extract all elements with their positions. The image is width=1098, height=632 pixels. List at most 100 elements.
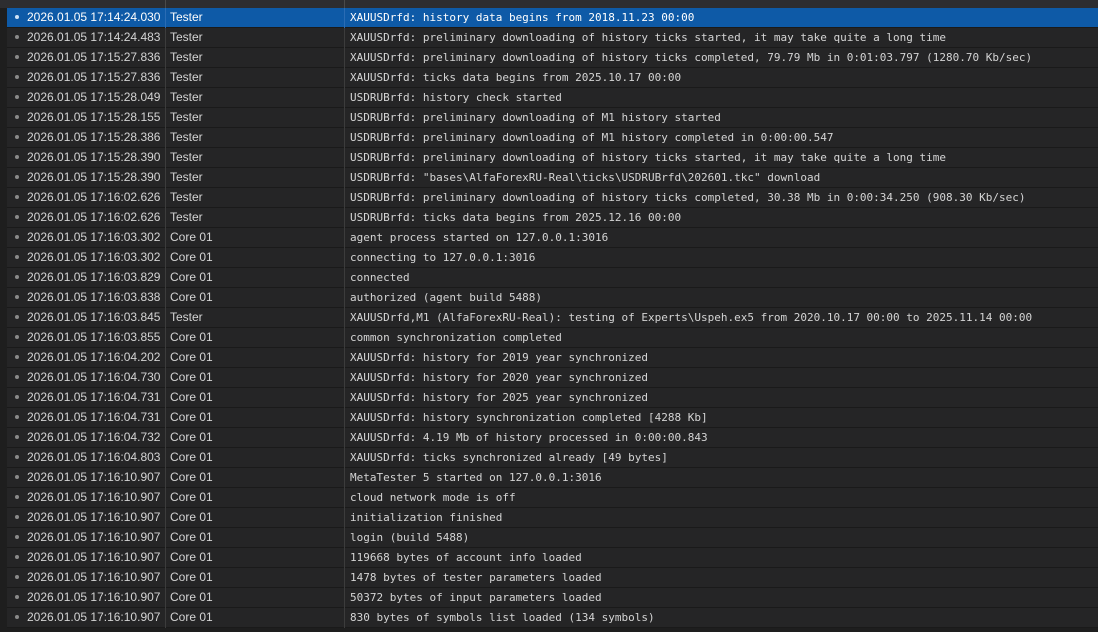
log-time-cell: 2026.01.05 17:16:03.855 <box>7 328 165 347</box>
row-left-gutter <box>0 88 7 108</box>
log-row[interactable]: 2026.01.05 17:16:04.730 Core 01 XAUUSDrfd:… <box>0 368 1098 388</box>
journal-log-panel: 2026.01.05 17:14:24.030 Tester XAUUSDrfd: … <box>0 0 1098 632</box>
log-time-text: 2026.01.05 17:16:03.829 <box>27 270 161 284</box>
log-time-cell: 2026.01.05 17:15:27.836 <box>7 48 165 67</box>
log-row[interactable]: 2026.01.05 17:15:28.049 Tester USDRUBrfd: … <box>0 88 1098 108</box>
log-time-cell: 2026.01.05 17:16:04.732 <box>7 428 165 447</box>
log-source-cell: Core 01 <box>170 330 213 344</box>
log-message-cell: XAUUSDrfd: history synchronization compl… <box>350 411 708 424</box>
bullet-dot-icon <box>15 494 19 499</box>
log-row[interactable]: 2026.01.05 17:15:27.836 Tester XAUUSDrfd: … <box>0 48 1098 68</box>
log-message-cell: XAUUSDrfd: preliminary downloading of hi… <box>350 31 947 44</box>
log-time-cell: 2026.01.05 17:16:02.626 <box>7 188 165 207</box>
log-row[interactable]: 2026.01.05 17:16:10.907 Core 01 cloud netw… <box>0 488 1098 508</box>
log-row[interactable]: 2026.01.05 17:16:10.907 Core 01 1478 bytes… <box>0 568 1098 588</box>
log-message-cell: 830 bytes of symbols list loaded (134 sy… <box>350 611 655 624</box>
bullet-dot-icon <box>15 94 19 99</box>
bullet-dot-icon <box>15 334 19 339</box>
log-row[interactable]: 2026.01.05 17:16:03.855 Core 01 common syn… <box>0 328 1098 348</box>
row-left-gutter <box>0 448 7 468</box>
log-time-text: 2026.01.05 17:16:02.626 <box>27 210 161 224</box>
log-source-cell: Core 01 <box>170 250 213 264</box>
row-left-gutter <box>0 8 7 28</box>
row-left-gutter <box>0 308 7 328</box>
column-separator[interactable] <box>165 0 166 8</box>
log-message-cell: USDRUBrfd: history check started <box>350 91 562 104</box>
log-source-cell: Core 01 <box>170 390 213 404</box>
log-row[interactable]: 2026.01.05 17:16:03.838 Core 01 authorized… <box>0 288 1098 308</box>
log-row[interactable]: 2026.01.05 17:14:24.483 Tester XAUUSDrfd: … <box>0 28 1098 48</box>
row-left-gutter <box>0 568 7 588</box>
row-left-gutter <box>0 488 7 508</box>
log-row[interactable]: 2026.01.05 17:16:02.626 Tester USDRUBrfd: … <box>0 208 1098 228</box>
log-message-cell: cloud network mode is off <box>350 491 516 504</box>
log-time-text: 2026.01.05 17:16:10.907 <box>27 590 161 604</box>
log-source-cell: Core 01 <box>170 530 213 544</box>
log-row[interactable]: 2026.01.05 17:15:28.390 Tester USDRUBrfd: … <box>0 148 1098 168</box>
log-message-cell: 119668 bytes of account info loaded <box>350 551 582 564</box>
bullet-dot-icon <box>15 174 19 179</box>
log-time-text: 2026.01.05 17:16:03.302 <box>27 230 161 244</box>
log-source-cell: Tester <box>170 130 203 144</box>
log-message-cell: USDRUBrfd: ticks data begins from 2025.1… <box>350 211 682 224</box>
log-time-cell: 2026.01.05 17:15:28.049 <box>7 88 165 107</box>
log-time-cell: 2026.01.05 17:16:03.302 <box>7 248 165 267</box>
log-row[interactable]: 2026.01.05 17:16:04.731 Core 01 XAUUSDrfd:… <box>0 408 1098 428</box>
log-source-cell: Tester <box>170 210 203 224</box>
log-row[interactable]: 2026.01.05 17:16:02.626 Tester USDRUBrfd: … <box>0 188 1098 208</box>
log-row[interactable]: 2026.01.05 17:16:03.302 Core 01 agent proc… <box>0 228 1098 248</box>
log-row[interactable]: 2026.01.05 17:16:03.829 Core 01 connected <box>0 268 1098 288</box>
log-time-cell: 2026.01.05 17:15:28.390 <box>7 168 165 187</box>
row-left-gutter <box>0 408 7 428</box>
row-left-gutter <box>0 228 7 248</box>
log-message-cell: connecting to 127.0.0.1:3016 <box>350 251 536 264</box>
log-source-cell: Core 01 <box>170 290 213 304</box>
log-row[interactable]: 2026.01.05 17:15:28.390 Tester USDRUBrfd: … <box>0 168 1098 188</box>
log-row[interactable]: 2026.01.05 17:16:04.202 Core 01 XAUUSDrfd:… <box>0 348 1098 368</box>
row-left-gutter <box>0 48 7 68</box>
bullet-dot-icon <box>15 574 19 579</box>
log-row[interactable]: 2026.01.05 17:16:04.732 Core 01 XAUUSDrfd:… <box>0 428 1098 448</box>
log-row[interactable]: 2026.01.05 17:16:10.907 Core 01 50372 byte… <box>0 588 1098 608</box>
row-left-gutter <box>0 168 7 188</box>
log-row[interactable]: 2026.01.05 17:16:10.907 Core 01 login (bui… <box>0 528 1098 548</box>
bullet-dot-icon <box>15 274 19 279</box>
log-time-cell: 2026.01.05 17:16:03.838 <box>7 288 165 307</box>
bullet-dot-icon <box>15 54 19 59</box>
log-row[interactable]: 2026.01.05 17:16:10.907 Core 01 119668 byt… <box>0 548 1098 568</box>
log-time-cell: 2026.01.05 17:16:04.730 <box>7 368 165 387</box>
log-row[interactable]: 2026.01.05 17:16:04.731 Core 01 XAUUSDrfd:… <box>0 388 1098 408</box>
log-message-cell: USDRUBrfd: preliminary downloading of hi… <box>350 151 947 164</box>
row-left-gutter <box>0 388 7 408</box>
row-left-gutter <box>0 608 7 628</box>
log-time-cell: 2026.01.05 17:16:03.302 <box>7 228 165 247</box>
log-source-cell: Core 01 <box>170 370 213 384</box>
row-left-gutter <box>0 128 7 148</box>
log-source-cell: Core 01 <box>170 610 213 624</box>
log-row[interactable]: 2026.01.05 17:15:27.836 Tester XAUUSDrfd: … <box>0 68 1098 88</box>
log-source-cell: Tester <box>170 150 203 164</box>
log-row[interactable]: 2026.01.05 17:16:10.907 Core 01 830 bytes … <box>0 608 1098 628</box>
log-source-cell: Tester <box>170 50 203 64</box>
column-separator[interactable] <box>344 0 345 8</box>
log-row[interactable]: 2026.01.05 17:16:10.907 Core 01 MetaTester… <box>0 468 1098 488</box>
row-left-gutter <box>0 248 7 268</box>
log-time-cell: 2026.01.05 17:16:10.907 <box>7 568 165 587</box>
log-row[interactable]: 2026.01.05 17:16:03.302 Core 01 connecting… <box>0 248 1098 268</box>
log-row[interactable]: 2026.01.05 17:15:28.386 Tester USDRUBrfd: … <box>0 128 1098 148</box>
row-left-gutter <box>0 288 7 308</box>
log-message-cell: agent process started on 127.0.0.1:3016 <box>350 231 609 244</box>
log-message-cell: connected <box>350 271 410 284</box>
log-time-cell: 2026.01.05 17:16:04.202 <box>7 348 165 367</box>
log-row[interactable]: 2026.01.05 17:14:24.030 Tester XAUUSDrfd: … <box>0 8 1098 28</box>
log-row[interactable]: 2026.01.05 17:16:04.803 Core 01 XAUUSDrfd:… <box>0 448 1098 468</box>
log-time-text: 2026.01.05 17:15:27.836 <box>27 70 161 84</box>
log-time-cell: 2026.01.05 17:16:10.907 <box>7 528 165 547</box>
row-left-gutter <box>0 528 7 548</box>
log-source-cell: Core 01 <box>170 430 213 444</box>
log-row[interactable]: 2026.01.05 17:16:10.907 Core 01 initializa… <box>0 508 1098 528</box>
log-time-cell: 2026.01.05 17:16:04.731 <box>7 408 165 427</box>
log-row[interactable]: 2026.01.05 17:15:28.155 Tester USDRUBrfd: … <box>0 108 1098 128</box>
log-row[interactable]: 2026.01.05 17:16:03.845 Tester XAUUSDrfd,M… <box>0 308 1098 328</box>
log-time-text: 2026.01.05 17:15:28.386 <box>27 130 161 144</box>
